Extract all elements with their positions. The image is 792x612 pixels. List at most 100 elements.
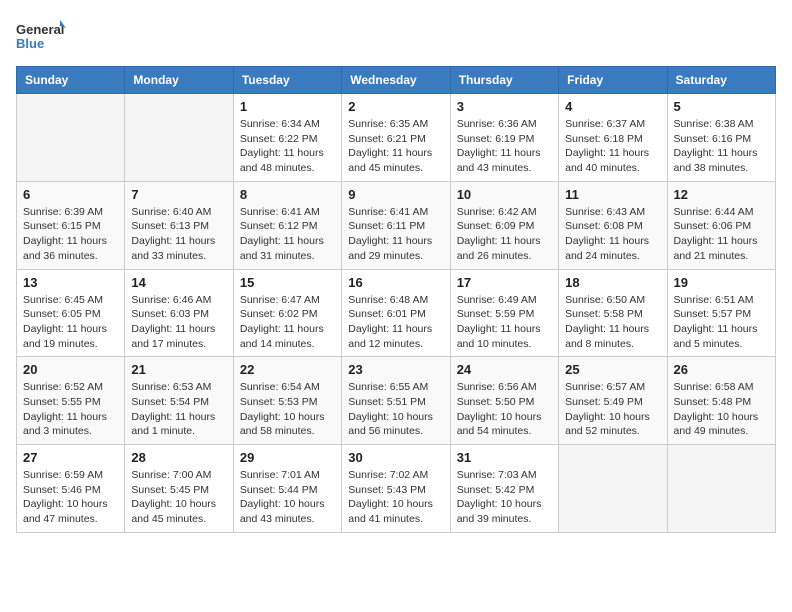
day-number: 6 [23,187,118,202]
day-number: 19 [674,275,769,290]
calendar-cell: 3 Sunrise: 6:36 AM Sunset: 6:19 PM Daylig… [450,94,558,182]
calendar-cell: 23Sunrise: 6:55 AM Sunset: 5:51 PM Dayli… [342,357,450,445]
day-number: 21 [131,362,226,377]
day-number: 20 [23,362,118,377]
calendar-cell: 18 Sunrise: 6:50 AM Sunset: 5:58 PM Dayli… [559,269,667,357]
day-number: 25 [565,362,660,377]
day-info: Sunrise: 6:56 AM Sunset: 5:50 PM Dayligh… [457,380,552,439]
day-number: 14 [131,275,226,290]
day-info: Sunrise: 6:58 AM Sunset: 5:48 PM Dayligh… [674,380,769,439]
day-info: Sunrise: 6:42 AM Sunset: 6:09 PM Dayligh… [457,205,552,264]
day-info: Sunrise: 6:39 AM Sunset: 6:15 PM Dayligh… [23,205,118,264]
calendar-cell: 1 Sunrise: 6:34 AM Sunset: 6:22 PM Daylig… [233,94,341,182]
day-info: Sunrise: 6:48 AM Sunset: 6:01 PM Dayligh… [348,293,443,352]
calendar-cell [17,94,125,182]
weekday-header: Friday [559,67,667,94]
weekday-header-row: SundayMondayTuesdayWednesdayThursdayFrid… [17,67,776,94]
day-number: 12 [674,187,769,202]
day-info: Sunrise: 6:45 AM Sunset: 6:05 PM Dayligh… [23,293,118,352]
day-info: Sunrise: 6:59 AM Sunset: 5:46 PM Dayligh… [23,468,118,527]
day-number: 29 [240,450,335,465]
calendar-cell: 13Sunrise: 6:45 AM Sunset: 6:05 PM Dayli… [17,269,125,357]
day-number: 8 [240,187,335,202]
day-number: 30 [348,450,443,465]
day-number: 7 [131,187,226,202]
calendar-cell: 19Sunrise: 6:51 AM Sunset: 5:57 PM Dayli… [667,269,775,357]
calendar-week-row: 13Sunrise: 6:45 AM Sunset: 6:05 PM Dayli… [17,269,776,357]
day-number: 3 [457,99,552,114]
day-number: 15 [240,275,335,290]
calendar-cell: 11 Sunrise: 6:43 AM Sunset: 6:08 PM Dayli… [559,181,667,269]
calendar-cell: 12 Sunrise: 6:44 AM Sunset: 6:06 PM Dayli… [667,181,775,269]
calendar-cell [559,445,667,533]
weekday-header: Saturday [667,67,775,94]
day-number: 17 [457,275,552,290]
day-info: Sunrise: 6:54 AM Sunset: 5:53 PM Dayligh… [240,380,335,439]
day-number: 16 [348,275,443,290]
day-info: Sunrise: 6:36 AM Sunset: 6:19 PM Dayligh… [457,117,552,176]
calendar-cell: 24 Sunrise: 6:56 AM Sunset: 5:50 PM Dayli… [450,357,558,445]
weekday-header: Wednesday [342,67,450,94]
day-number: 1 [240,99,335,114]
day-info: Sunrise: 7:01 AM Sunset: 5:44 PM Dayligh… [240,468,335,527]
weekday-header: Monday [125,67,233,94]
calendar-cell: 10 Sunrise: 6:42 AM Sunset: 6:09 PM Dayli… [450,181,558,269]
day-number: 9 [348,187,443,202]
day-info: Sunrise: 6:37 AM Sunset: 6:18 PM Dayligh… [565,117,660,176]
calendar-cell: 21Sunrise: 6:53 AM Sunset: 5:54 PM Dayli… [125,357,233,445]
calendar-cell: 29 Sunrise: 7:01 AM Sunset: 5:44 PM Dayli… [233,445,341,533]
calendar-cell: 9 Sunrise: 6:41 AM Sunset: 6:11 PM Daylig… [342,181,450,269]
svg-text:General: General [16,22,64,37]
day-info: Sunrise: 6:50 AM Sunset: 5:58 PM Dayligh… [565,293,660,352]
calendar-cell: 30Sunrise: 7:02 AM Sunset: 5:43 PM Dayli… [342,445,450,533]
logo: General Blue [16,16,66,56]
day-info: Sunrise: 6:38 AM Sunset: 6:16 PM Dayligh… [674,117,769,176]
calendar-cell [125,94,233,182]
day-number: 11 [565,187,660,202]
day-info: Sunrise: 6:34 AM Sunset: 6:22 PM Dayligh… [240,117,335,176]
calendar-cell: 8 Sunrise: 6:41 AM Sunset: 6:12 PM Daylig… [233,181,341,269]
weekday-header: Tuesday [233,67,341,94]
calendar-cell: 2 Sunrise: 6:35 AM Sunset: 6:21 PM Daylig… [342,94,450,182]
day-info: Sunrise: 6:41 AM Sunset: 6:12 PM Dayligh… [240,205,335,264]
calendar-week-row: 1 Sunrise: 6:34 AM Sunset: 6:22 PM Daylig… [17,94,776,182]
calendar-week-row: 20 Sunrise: 6:52 AM Sunset: 5:55 PM Dayli… [17,357,776,445]
day-info: Sunrise: 6:43 AM Sunset: 6:08 PM Dayligh… [565,205,660,264]
day-number: 28 [131,450,226,465]
calendar-cell: 20 Sunrise: 6:52 AM Sunset: 5:55 PM Dayli… [17,357,125,445]
day-info: Sunrise: 6:35 AM Sunset: 6:21 PM Dayligh… [348,117,443,176]
calendar-cell: 5 Sunrise: 6:38 AM Sunset: 6:16 PM Daylig… [667,94,775,182]
svg-text:Blue: Blue [16,36,44,51]
calendar-cell: 26 Sunrise: 6:58 AM Sunset: 5:48 PM Dayli… [667,357,775,445]
day-info: Sunrise: 6:46 AM Sunset: 6:03 PM Dayligh… [131,293,226,352]
calendar-cell: 27Sunrise: 6:59 AM Sunset: 5:46 PM Dayli… [17,445,125,533]
day-info: Sunrise: 7:00 AM Sunset: 5:45 PM Dayligh… [131,468,226,527]
day-info: Sunrise: 6:52 AM Sunset: 5:55 PM Dayligh… [23,380,118,439]
calendar-cell: 31 Sunrise: 7:03 AM Sunset: 5:42 PM Dayli… [450,445,558,533]
weekday-header: Sunday [17,67,125,94]
calendar-week-row: 6 Sunrise: 6:39 AM Sunset: 6:15 PM Daylig… [17,181,776,269]
calendar-cell: 16 Sunrise: 6:48 AM Sunset: 6:01 PM Dayli… [342,269,450,357]
calendar-cell: 14 Sunrise: 6:46 AM Sunset: 6:03 PM Dayli… [125,269,233,357]
day-number: 24 [457,362,552,377]
calendar-cell [667,445,775,533]
calendar-cell: 28 Sunrise: 7:00 AM Sunset: 5:45 PM Dayli… [125,445,233,533]
day-number: 5 [674,99,769,114]
day-number: 26 [674,362,769,377]
logo-svg: General Blue [16,16,66,56]
day-info: Sunrise: 6:57 AM Sunset: 5:49 PM Dayligh… [565,380,660,439]
day-number: 31 [457,450,552,465]
calendar-cell: 7Sunrise: 6:40 AM Sunset: 6:13 PM Daylig… [125,181,233,269]
day-info: Sunrise: 6:47 AM Sunset: 6:02 PM Dayligh… [240,293,335,352]
weekday-header: Thursday [450,67,558,94]
day-info: Sunrise: 6:41 AM Sunset: 6:11 PM Dayligh… [348,205,443,264]
calendar-cell: 4Sunrise: 6:37 AM Sunset: 6:18 PM Daylig… [559,94,667,182]
calendar-cell: 25 Sunrise: 6:57 AM Sunset: 5:49 PM Dayli… [559,357,667,445]
day-number: 18 [565,275,660,290]
day-info: Sunrise: 7:03 AM Sunset: 5:42 PM Dayligh… [457,468,552,527]
day-number: 10 [457,187,552,202]
page-header: General Blue [16,16,776,56]
day-info: Sunrise: 6:44 AM Sunset: 6:06 PM Dayligh… [674,205,769,264]
day-number: 2 [348,99,443,114]
day-number: 23 [348,362,443,377]
